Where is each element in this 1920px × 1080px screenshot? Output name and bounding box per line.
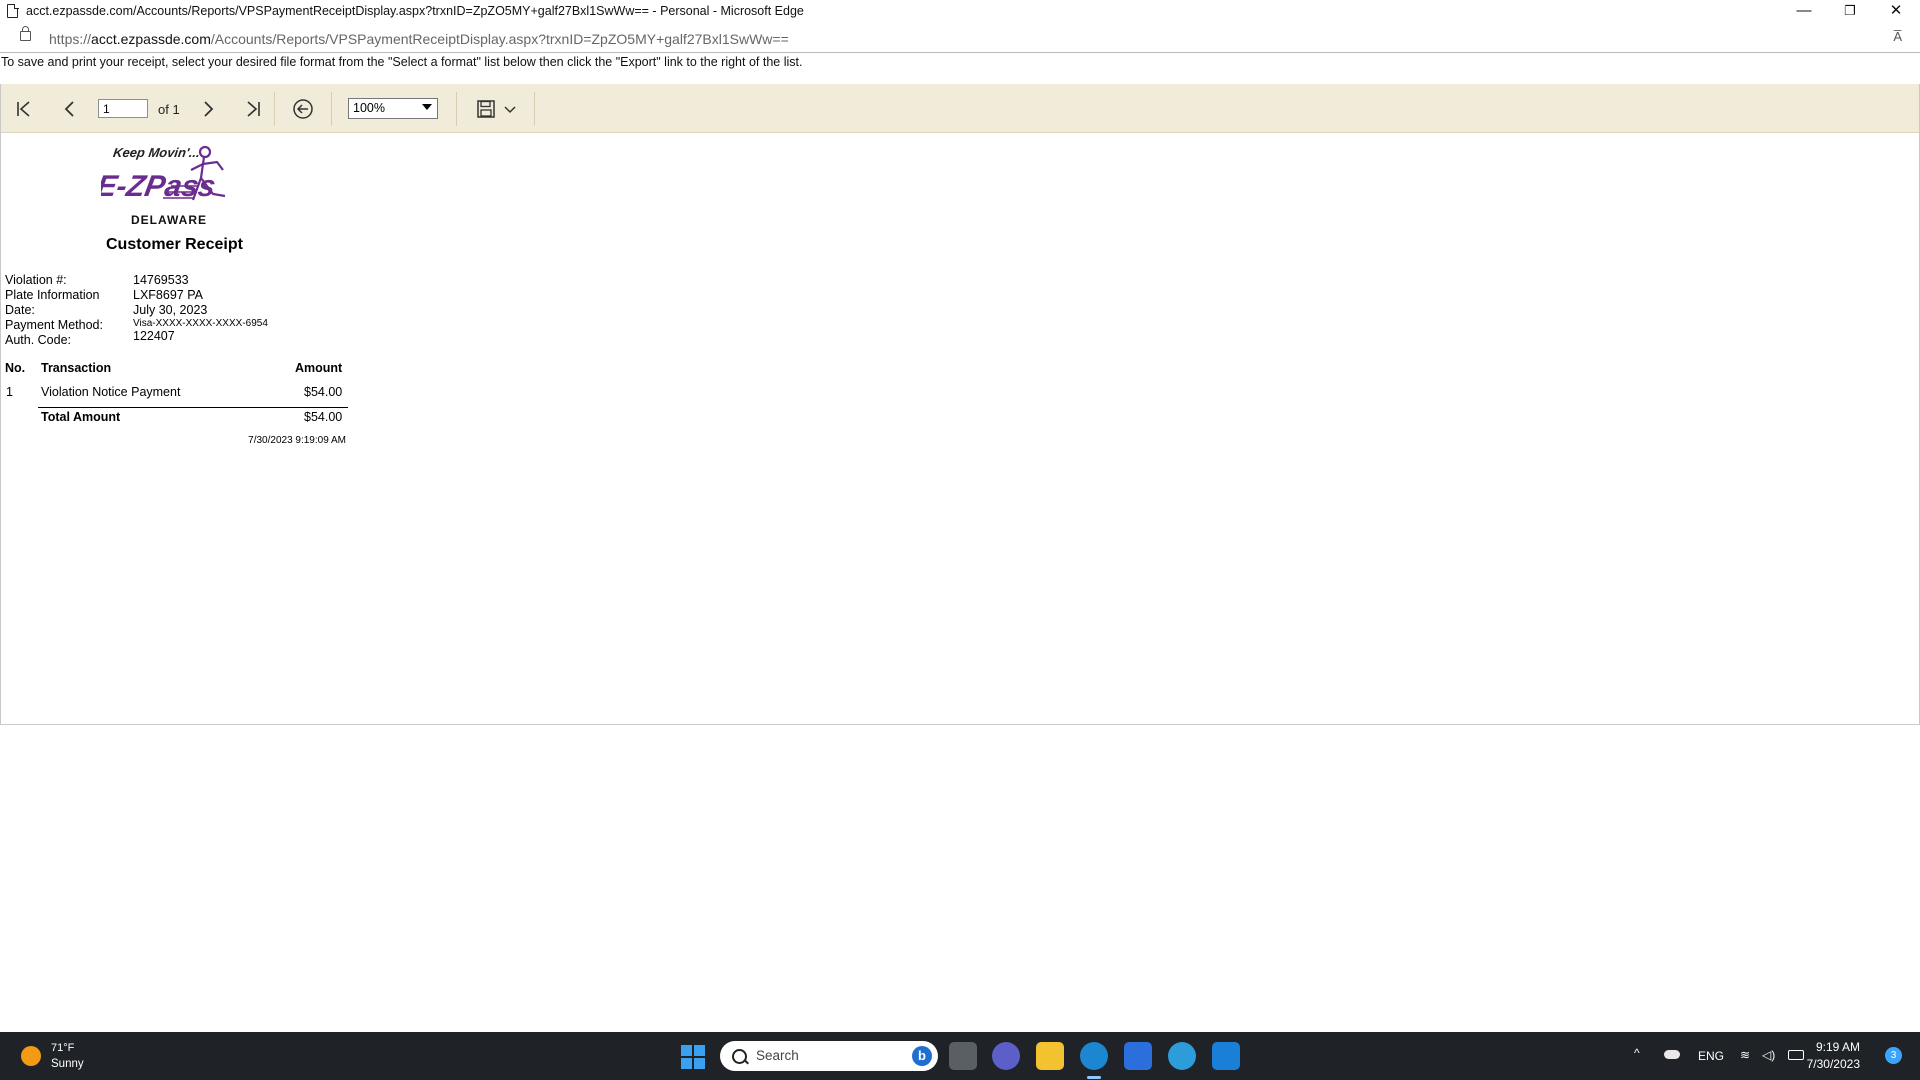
url-scheme: https:// [49, 31, 92, 47]
windows-start-icon[interactable] [681, 1045, 705, 1069]
logo-state: DELAWARE [131, 213, 207, 227]
taskbar: 71°F Sunny Search b ^ ENG ≋ ◁) 9:19 AM 7… [0, 1032, 1920, 1080]
column-header-no: No. [5, 361, 26, 375]
ezpass-delaware-logo: Keep Movin'... E-ZPass DELAWARE [101, 145, 226, 227]
row-amount: $54.00 [304, 385, 343, 399]
read-aloud-icon[interactable]: A̅ [1893, 29, 1902, 44]
zoom-select[interactable]: 100% [348, 98, 438, 119]
toolbar-separator [456, 92, 457, 126]
page-count-label: of 1 [158, 102, 180, 117]
plate-information-label: Plate Information [5, 288, 100, 302]
url-text[interactable]: https://acct.ezpassde.com/Accounts/Repor… [49, 31, 789, 47]
clock-time[interactable]: 9:19 AM [1816, 1040, 1860, 1054]
notification-badge[interactable]: 3 [1885, 1047, 1902, 1064]
close-button[interactable]: ✕ [1873, 0, 1919, 24]
column-header-transaction: Transaction [41, 361, 112, 375]
column-header-amount: Amount [295, 361, 343, 375]
auth-code-label: Auth. Code: [5, 333, 72, 347]
date-label: Date: [5, 303, 35, 317]
chevron-down-icon [422, 104, 432, 110]
violation-number-value: 14769533 [133, 273, 189, 287]
title-bar: acct.ezpassde.com/Accounts/Reports/VPSPa… [0, 0, 1920, 24]
page-icon [7, 3, 19, 18]
volume-icon[interactable]: ◁) [1762, 1048, 1775, 1062]
microsoft-store-icon[interactable] [1124, 1042, 1152, 1070]
get-help-icon[interactable] [1168, 1042, 1196, 1070]
search-icon [732, 1049, 747, 1064]
payment-method-label: Payment Method: [5, 318, 103, 332]
edge-browser-icon[interactable] [1080, 1042, 1108, 1070]
active-app-indicator [1087, 1076, 1101, 1079]
plate-information-value: LXF8697 PA [133, 288, 203, 302]
back-to-parent-icon[interactable] [292, 98, 314, 120]
file-explorer-icon[interactable] [1036, 1042, 1064, 1070]
auth-code-value: 122407 [133, 329, 175, 343]
url-host: acct.ezpassde.com [91, 31, 211, 47]
sun-icon[interactable] [21, 1046, 41, 1066]
export-instructions: To save and print your receipt, select y… [1, 55, 803, 69]
total-amount-label: Total Amount [41, 410, 121, 424]
receipt-title: Customer Receipt [106, 236, 243, 253]
report-viewer: of 1 100% Keep Movin'... E-ZPass D [0, 84, 1920, 725]
toolbar-separator [534, 92, 535, 126]
total-divider [38, 407, 348, 408]
payment-method-value: Visa-XXXX-XXXX-XXXX-6954 [133, 318, 268, 329]
url-path: /Accounts/Reports/VPSPaymentReceiptDispl… [210, 31, 789, 47]
language-indicator[interactable]: ENG [1698, 1049, 1724, 1063]
address-bar[interactable]: https://acct.ezpassde.com/Accounts/Repor… [0, 24, 1920, 53]
wifi-icon[interactable]: ≋ [1740, 1048, 1750, 1062]
lock-icon[interactable] [20, 26, 31, 41]
export-dropdown-icon[interactable] [503, 104, 517, 116]
previous-page-icon[interactable] [61, 98, 79, 120]
weather-description[interactable]: Sunny [51, 1058, 84, 1070]
weather-temperature[interactable]: 71°F [51, 1042, 74, 1054]
row-transaction: Violation Notice Payment [41, 385, 181, 399]
myhp-icon[interactable] [1212, 1042, 1240, 1070]
violation-number-label: Violation #: [5, 273, 67, 287]
last-page-icon[interactable] [244, 98, 262, 120]
total-amount-value: $54.00 [304, 410, 343, 424]
page-number-input[interactable] [98, 99, 148, 118]
receipt: Keep Movin'... E-ZPass DELAWARE Customer… [1, 132, 401, 532]
toolbar-separator [331, 92, 332, 126]
battery-icon[interactable] [1788, 1050, 1804, 1060]
task-view-icon[interactable] [949, 1042, 977, 1070]
teams-chat-icon[interactable] [992, 1042, 1020, 1070]
zoom-value: 100% [353, 101, 385, 115]
clock-date[interactable]: 7/30/2023 [1807, 1057, 1860, 1071]
next-page-icon[interactable] [199, 98, 217, 120]
taskbar-search[interactable]: Search b [720, 1041, 938, 1071]
date-value: July 30, 2023 [133, 303, 208, 317]
show-hidden-icons-chevron[interactable]: ^ [1634, 1046, 1640, 1060]
onedrive-cloud-icon[interactable] [1664, 1050, 1680, 1059]
restore-button[interactable]: ❐ [1827, 0, 1873, 24]
receipt-timestamp: 7/30/2023 9:19:09 AM [248, 435, 346, 446]
window-title: acct.ezpassde.com/Accounts/Reports/VPSPa… [26, 4, 804, 18]
toolbar-separator [274, 92, 275, 126]
bing-icon[interactable]: b [912, 1046, 932, 1066]
save-icon[interactable] [476, 98, 496, 120]
search-placeholder: Search [756, 1048, 799, 1063]
row-no: 1 [6, 385, 13, 399]
first-page-icon[interactable] [15, 98, 33, 120]
logo-tagline: Keep Movin'... [112, 145, 201, 160]
report-toolbar: of 1 100% [1, 84, 1919, 133]
minimize-button[interactable]: — [1781, 0, 1827, 24]
